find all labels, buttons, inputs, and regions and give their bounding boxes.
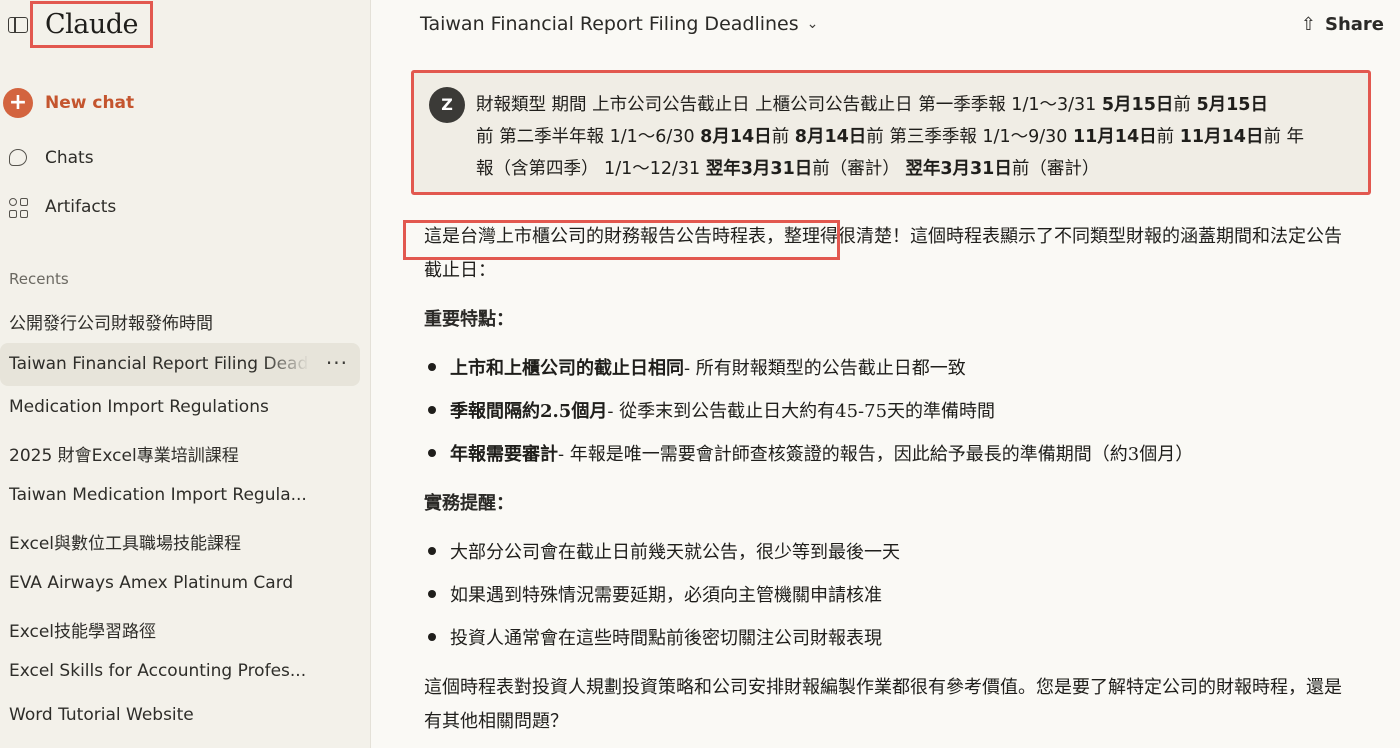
chat-bubble-icon <box>9 147 31 169</box>
recent-item[interactable]: Excel Skills for Accounting Profes... <box>9 661 349 687</box>
nav-artifacts-label: Artifacts <box>45 197 117 217</box>
bold-run: 11月14日 <box>1179 127 1264 147</box>
nav-chats-label: Chats <box>45 148 94 168</box>
list-item: 年報需要審計 - 年報是唯一需要會計師查核簽證的報告，因此給予最長的準備期間（約… <box>428 440 1193 466</box>
share-button[interactable]: ⇧ Share <box>1301 14 1384 35</box>
bold-run: 5月15日 <box>1196 95 1268 115</box>
bullet-dot <box>428 406 436 414</box>
bullet-dot <box>428 449 436 457</box>
bold-run: 8月14日 <box>700 127 772 147</box>
list-item-text: 如果遇到特殊情況需要延期，必須向主管機關申請核准 <box>450 585 882 606</box>
share-icon: ⇧ <box>1300 14 1316 35</box>
recent-item[interactable]: 2025 財會Excel專業培訓課程 <box>9 441 349 467</box>
list-item-text: - 所有財報類型的公告截止日都一致 <box>684 358 966 379</box>
list-item-text: 投資人通常會在這些時間點前後密切關注公司財報表現 <box>450 628 882 649</box>
sidebar-toggle-icon[interactable] <box>8 17 28 33</box>
recent-item[interactable]: 公開發行公司財報發佈時間 <box>9 309 349 335</box>
recent-item-active[interactable]: Taiwan Financial Report Filing Deadlines… <box>0 343 360 386</box>
plus-icon: + <box>3 88 33 118</box>
text-run: 前（審計） <box>812 159 906 179</box>
bold-run: 翌年3月31日 <box>705 159 813 179</box>
list-item-bold: 年報需要審計 <box>450 444 558 465</box>
user-message: Z 財報類型 期間 上市公司公告截止日 上櫃公司公告截止日 第一季季報 1/1～… <box>411 70 1371 195</box>
section-heading: 重要特點： <box>424 309 514 330</box>
more-options-icon[interactable]: ··· <box>326 351 348 375</box>
list-item-text: - 從季末到公告截止日大約有45-75天的準備時間 <box>607 401 996 422</box>
list-item: 季報間隔約2.5個月 - 從季末到公告截止日大約有45-75天的準備時間 <box>428 397 995 423</box>
list-item-text: 大部分公司會在截止日前幾天就公告，很少等到最後一天 <box>450 542 900 563</box>
share-label: Share <box>1324 14 1384 35</box>
recent-item-label: Taiwan Financial Report Filing Deadlines <box>9 354 309 374</box>
text-run: 前 <box>1173 95 1197 115</box>
text-run: 前 第二季半年報 1/1～6/30 <box>476 127 701 147</box>
list-item: 投資人通常會在這些時間點前後密切關注公司財報表現 <box>428 624 882 650</box>
artifacts-icon <box>9 196 31 218</box>
text-run: 前 <box>1156 127 1180 147</box>
bullet-dot <box>428 547 436 555</box>
bold-run: 5月15日 <box>1101 95 1174 115</box>
recents-heading: Recents <box>9 270 69 288</box>
user-message-line: 前 第二季半年報 1/1～6/30 8月14日前 8月14日前 第三季季報 1/… <box>476 121 1348 153</box>
chevron-down-icon: ⌄ <box>806 16 819 32</box>
list-item: 如果遇到特殊情況需要延期，必須向主管機關申請核准 <box>428 581 882 607</box>
bold-run: 11月14日 <box>1072 127 1157 147</box>
nav-artifacts[interactable]: Artifacts <box>9 194 116 220</box>
text-run: 報（含第四季） 1/1～12/31 <box>476 159 706 179</box>
conversation-title-text: Taiwan Financial Report Filing Deadlines <box>420 13 799 35</box>
recent-item[interactable]: Taiwan Medication Import Regula... <box>9 485 349 511</box>
recent-item[interactable]: Word Tutorial Website <box>9 705 349 731</box>
bold-run: 翌年3月31日 <box>905 159 1012 179</box>
response-closing: 這個時程表對投資人規劃投資策略和公司安排財報編製作業都很有參考價值。您是要了解特… <box>424 677 1342 732</box>
list-item-text: - 年報是唯一需要會計師查核簽證的報告，因此給予最長的準備期間（約3個月） <box>558 444 1194 465</box>
bullet-dot <box>428 363 436 371</box>
sidebar: Claude + New chat Chats Artifacts Recent… <box>0 0 371 748</box>
recent-item[interactable]: Excel與數位工具職場技能課程 <box>9 529 349 555</box>
text-run: 財報類型 期間 上市公司公告截止日 上櫃公司公告截止日 第一季季報 1/1～3/… <box>476 95 1102 115</box>
bold-run: 8月14日 <box>794 127 867 147</box>
list-item-bold: 季報間隔約2.5個月 <box>450 401 608 422</box>
recent-item[interactable]: Medication Import Regulations <box>9 397 349 423</box>
list-item: 上市和上櫃公司的截止日相同 - 所有財報類型的公告截止日都一致 <box>428 354 966 380</box>
nav-chats[interactable]: Chats <box>9 145 94 171</box>
section-heading: 實務提醒： <box>424 493 514 514</box>
new-chat-label: New chat <box>45 93 135 113</box>
response-intro: 這是台灣上市櫃公司的財務報告公告時程表，整理得很清楚！這個時程表顯示了不同類型財… <box>424 226 1342 281</box>
bullet-dot <box>428 633 436 641</box>
conversation-title[interactable]: Taiwan Financial Report Filing Deadlines… <box>420 13 818 35</box>
brand-logo[interactable]: Claude <box>30 1 153 48</box>
list-item-bold: 上市和上櫃公司的截止日相同 <box>450 358 684 379</box>
avatar: Z <box>429 87 465 123</box>
recent-item[interactable]: Excel技能學習路徑 <box>9 617 349 643</box>
user-message-line: 報（含第四季） 1/1～12/31 翌年3月31日前（審計） 翌年3月31日前（… <box>476 153 1348 185</box>
bullet-dot <box>428 590 436 598</box>
user-message-line: 財報類型 期間 上市公司公告截止日 上櫃公司公告截止日 第一季季報 1/1～3/… <box>476 89 1348 121</box>
text-run: 前 <box>771 127 795 147</box>
text-run: 前 年 <box>1263 127 1305 147</box>
text-run: 前（審計） <box>1011 159 1100 179</box>
list-item: 大部分公司會在截止日前幾天就公告，很少等到最後一天 <box>428 538 900 564</box>
recent-item[interactable]: EVA Airways Amex Platinum Card <box>9 573 349 599</box>
text-run: 前 第三季季報 1/1～9/30 <box>866 127 1073 147</box>
new-chat-button[interactable]: + New chat <box>3 88 134 118</box>
